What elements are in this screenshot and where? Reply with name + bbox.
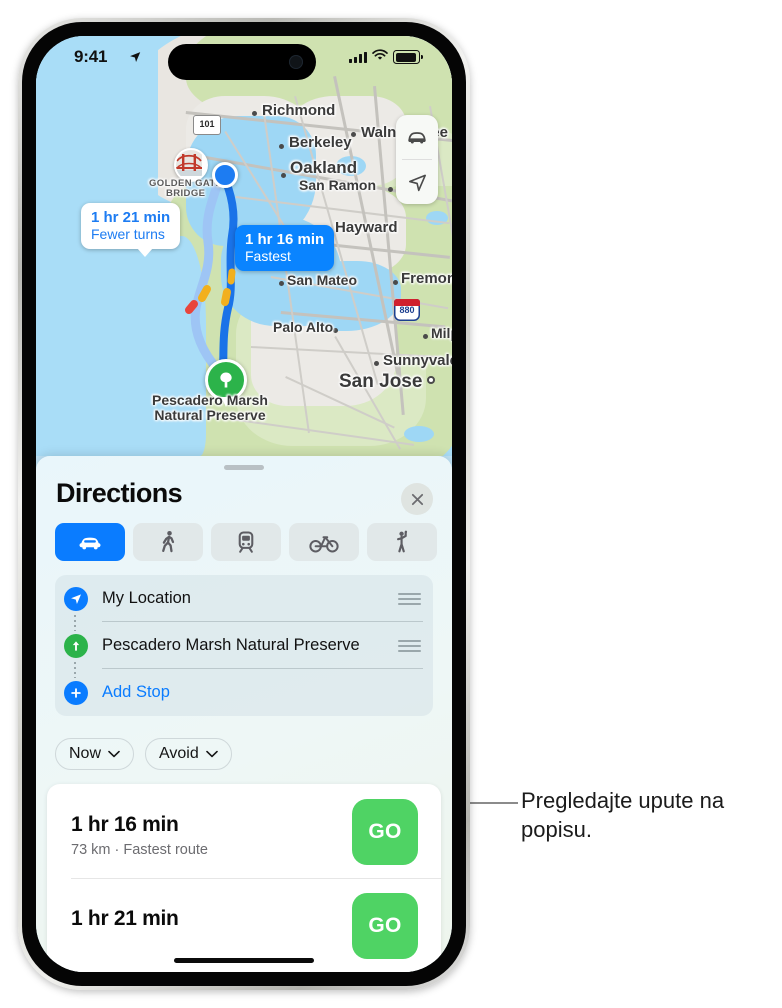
city-dot [252,111,257,116]
route-field-label: Pescadero Marsh Natural Preserve [102,636,360,654]
route-field-destination[interactable]: Pescadero Marsh Natural Preserve [55,622,433,669]
mode-tab-transit[interactable] [211,523,281,561]
page-title: Directions [56,478,183,508]
destination-pin-icon [64,633,88,658]
route-list-item[interactable]: 1 hr 16 min 73 km · Fastest route GO [47,784,441,879]
directions-sheet: Directions My Location Pescadero Marsh N… [36,456,452,972]
map-label-oakland: Oakland [290,158,358,177]
map-label-palo-alto: Palo Alto [273,319,334,335]
phone-frame: GOLDEN GATE BRIDGE Pescadero Marsh Natur… [18,18,470,990]
route-callout-fastest[interactable]: 1 hr 16 min Fastest [235,225,335,272]
mode-tab-rideshare[interactable] [367,523,437,561]
train-icon [238,531,254,553]
locate-me-control[interactable] [396,160,438,204]
city-dot [393,280,398,285]
map-label-berkeley: Berkeley [289,134,352,151]
city-dot [333,328,338,333]
city-dot [281,173,286,178]
departure-time-pill[interactable]: Now [55,738,135,770]
bicycle-icon [309,536,339,553]
city-dot [423,334,428,339]
close-button[interactable] [401,483,433,515]
phone-bezel: GOLDEN GATE BRIDGE Pescadero Marsh Natur… [22,22,466,986]
reorder-handle[interactable] [398,592,421,605]
route-fields-group: My Location Pescadero Marsh Natural Pres… [55,575,433,716]
rideshare-icon [397,530,408,553]
map-label-hayward: Hayward [335,219,398,236]
map-label-san-mateo: San Mateo [287,272,358,288]
highway-shield-880: 880 [394,299,420,321]
transport-mode-control[interactable] [396,115,438,159]
mode-tab-walk[interactable] [133,523,203,561]
city-dot [279,144,284,149]
add-stop-label: Add Stop [102,683,170,701]
car-icon [408,132,426,144]
location-arrow-icon [64,586,88,611]
pill-label: Now [69,745,102,762]
walk-icon [162,530,175,553]
pill-label: Avoid [159,745,199,762]
sheet-grabber[interactable] [224,465,264,470]
route-callout-fewer-turns[interactable]: 1 hr 21 min Fewer turns [81,203,181,258]
location-arrow-icon [408,174,426,191]
tree-icon [220,372,232,388]
map-label-milpitas: Milpitas [431,325,452,341]
reorder-handle[interactable] [398,639,421,652]
route-eta: 1 hr 16 min [71,813,179,836]
city-dot [427,376,435,384]
map-label-fremont: Fremont [401,270,452,287]
route-eta: 1 hr 21 min [71,907,179,930]
plus-icon [64,680,88,705]
chevron-down-icon [205,750,218,758]
mode-tab-drive[interactable] [55,523,125,561]
chevron-down-icon [108,750,120,758]
callout-desc: Fastest [245,248,291,265]
map-label-sunnyvale: Sunnyvale [383,352,452,369]
map-controls-stack [396,115,438,204]
avoid-options-pill[interactable]: Avoid [145,738,232,770]
route-field-label: My Location [102,589,191,607]
map-label-richmond: Richmond [262,102,336,119]
map-label-san-ramon: San Ramon [299,177,377,193]
home-indicator[interactable] [174,958,314,963]
city-dot [374,361,379,366]
highway-shield-101: 101 [193,115,221,135]
go-button-label: GO [368,914,402,937]
route-field-add-stop[interactable]: Add Stop [55,669,433,716]
transport-mode-tabs [55,523,437,561]
car-icon [79,537,101,550]
go-button[interactable]: GO [352,893,418,959]
city-dot [279,281,284,286]
callout-eta: 1 hr 16 min [245,231,325,248]
callout-eta: 1 hr 21 min [91,209,171,226]
go-button-label: GO [368,820,402,843]
city-dot [351,132,356,137]
annotation-text: Pregledajte upute na popisu. [521,788,725,843]
map-view[interactable]: GOLDEN GATE BRIDGE Pescadero Marsh Natur… [36,36,452,456]
city-dot [388,187,393,192]
routes-list: 1 hr 16 min 73 km · Fastest route GO 1 h… [47,784,441,972]
mode-tab-cycle[interactable] [289,523,359,561]
route-field-origin[interactable]: My Location [55,575,433,622]
golden-gate-bridge-icon [174,148,208,182]
phone-screen: GOLDEN GATE BRIDGE Pescadero Marsh Natur… [36,36,452,972]
callout-desc: Fewer turns [91,226,165,243]
map-label-san-jose: San Jose [339,371,423,392]
close-icon [411,493,423,505]
map-label-golden-gate-bridge: GOLDEN GATE BRIDGE [149,178,223,200]
current-location-dot [212,162,238,188]
map-label-destination: Pescadero Marsh Natural Preserve [152,392,268,424]
go-button[interactable]: GO [352,799,418,865]
filter-pills: Now Avoid [55,738,232,770]
route-details: 73 km · Fastest route [71,842,208,858]
